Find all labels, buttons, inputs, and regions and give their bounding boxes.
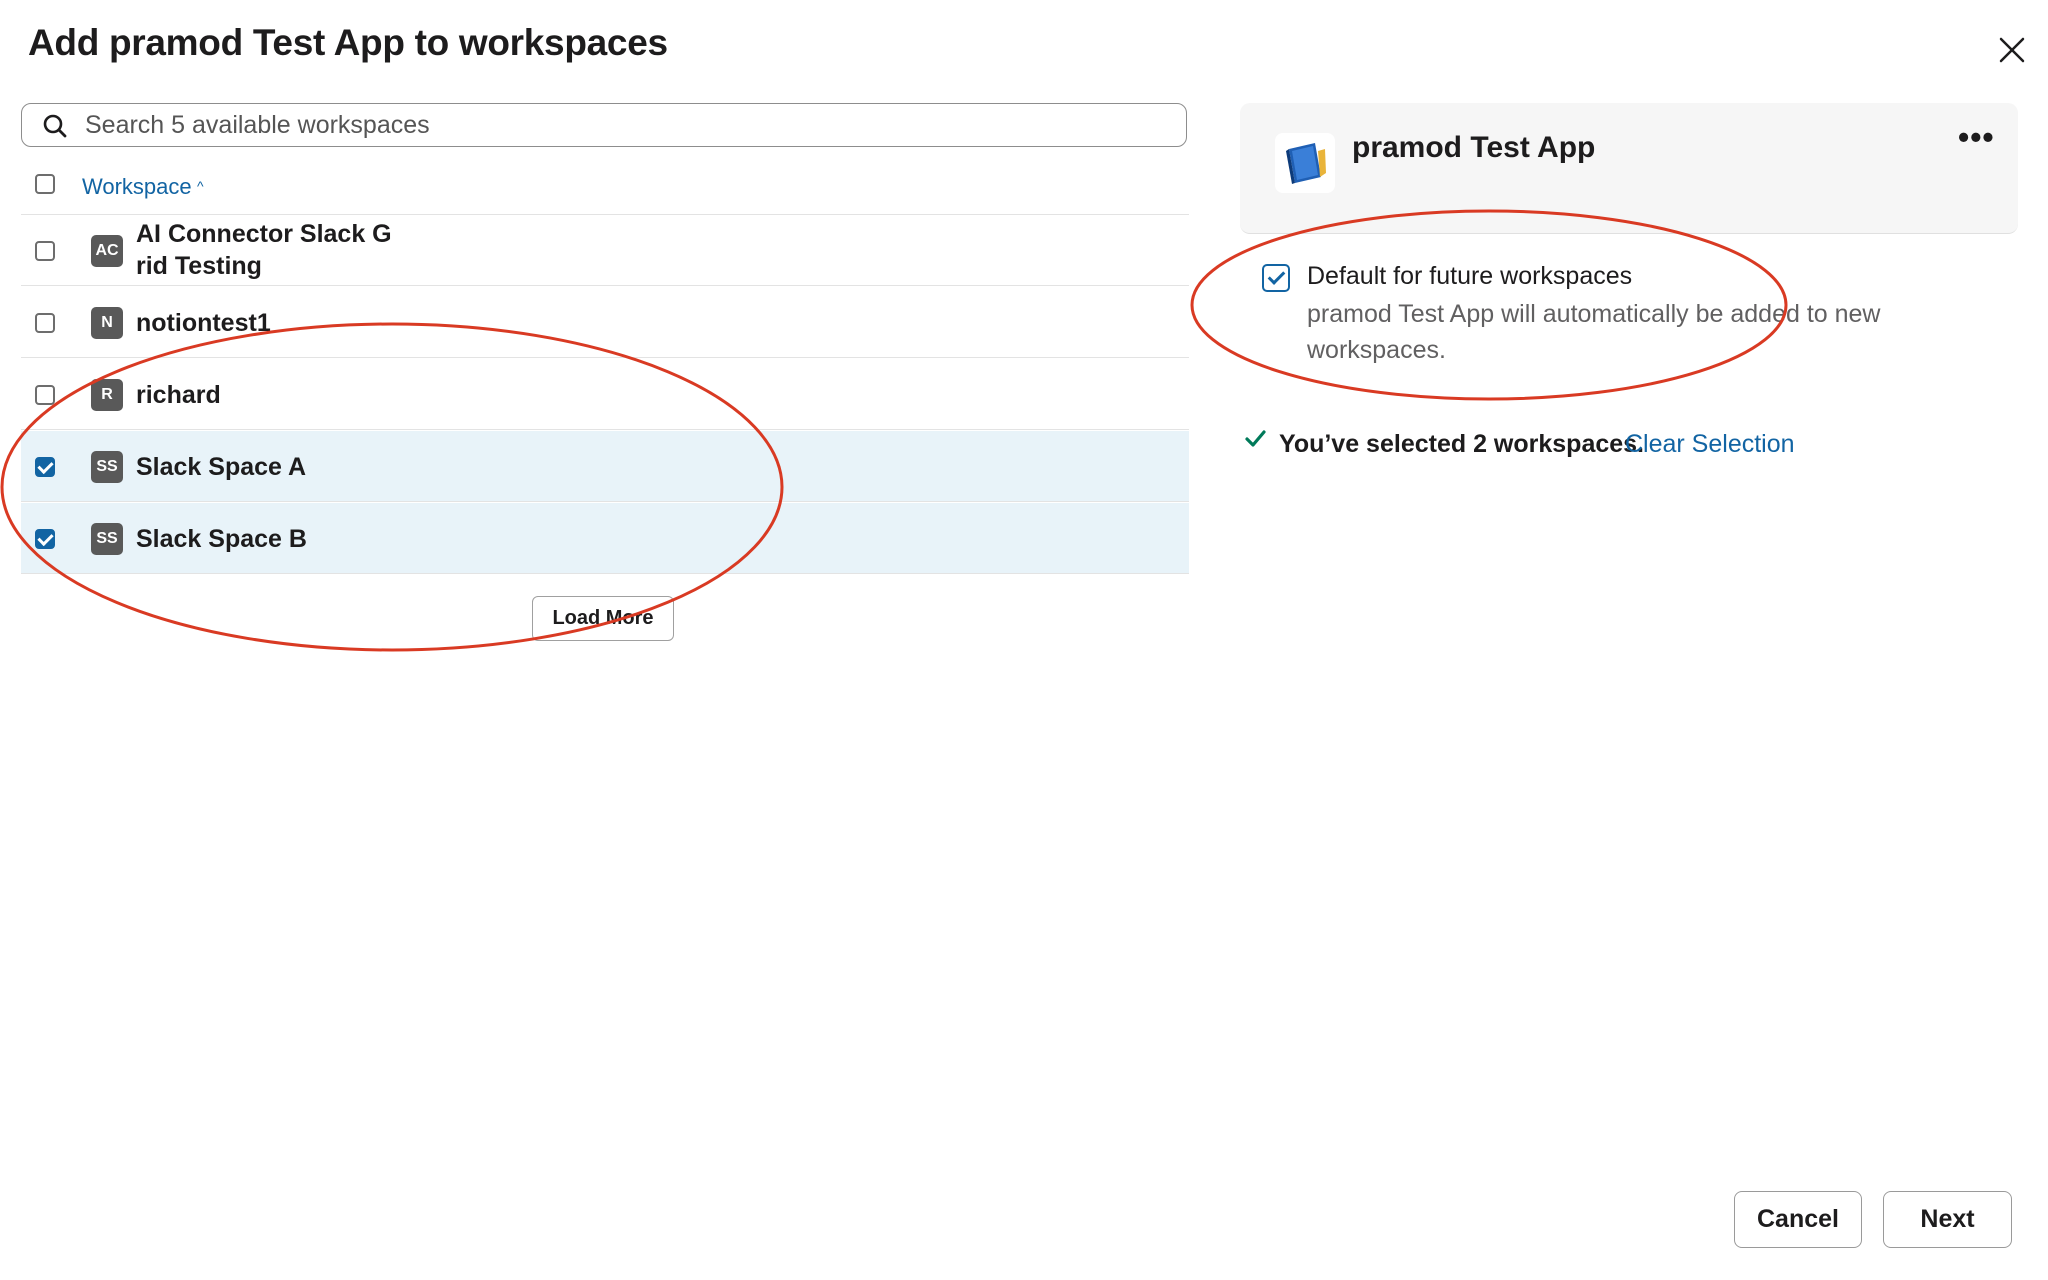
workspace-name: AI Connector Slack G rid Testing xyxy=(136,220,392,280)
workspace-name: Slack Space A xyxy=(136,453,307,481)
table-row[interactable]: AC AI Connector Slack G rid Testing xyxy=(21,215,1189,286)
search-input[interactable] xyxy=(82,108,1165,142)
workspace-avatar: R xyxy=(91,379,123,411)
app-book-icon xyxy=(1275,133,1335,193)
row-checkbox[interactable] xyxy=(35,385,55,405)
default-option-description: pramod Test App will automatically be ad… xyxy=(1307,300,1881,364)
next-button[interactable]: Next xyxy=(1883,1191,2012,1248)
workspace-name: richard xyxy=(136,381,221,409)
workspace-name: notiontest1 xyxy=(136,309,271,337)
row-checkbox[interactable] xyxy=(35,241,55,261)
workspace-name: Slack Space B xyxy=(136,525,307,553)
search-icon xyxy=(43,114,67,138)
checkmark-icon xyxy=(1245,430,1266,447)
row-checkbox[interactable] xyxy=(35,457,55,477)
default-option-title: Default for future workspaces xyxy=(1307,262,1633,290)
workspace-avatar: SS xyxy=(91,523,123,555)
table-row[interactable]: SS Slack Space A xyxy=(21,431,1189,502)
clear-selection-link[interactable]: Clear Selection xyxy=(1625,430,1795,459)
workspace-avatar: N xyxy=(91,307,123,339)
workspace-avatar: SS xyxy=(91,451,123,483)
table-row[interactable]: N notiontest1 xyxy=(21,287,1189,358)
more-options-icon[interactable]: ••• xyxy=(1958,119,1995,156)
workspace-search[interactable] xyxy=(21,103,1187,147)
row-checkbox[interactable] xyxy=(35,529,55,549)
app-name: pramod Test App xyxy=(1352,131,1596,164)
table-header: Workspace ^ xyxy=(21,164,1189,215)
chevron-up-icon[interactable]: ^ xyxy=(197,178,204,194)
workspace-column-header[interactable]: Workspace xyxy=(82,174,192,200)
cancel-button[interactable]: Cancel xyxy=(1734,1191,1862,1248)
row-checkbox[interactable] xyxy=(35,313,55,333)
app-card: pramod Test App ••• xyxy=(1240,103,2018,234)
dialog-title: Add pramod Test App to workspaces xyxy=(28,22,668,63)
selection-summary: You’ve selected 2 workspaces. xyxy=(1279,430,1645,458)
load-more-button[interactable]: Load More xyxy=(532,596,674,641)
select-all-checkbox[interactable] xyxy=(35,174,55,194)
workspace-avatar: AC xyxy=(91,235,123,267)
table-row[interactable]: SS Slack Space B xyxy=(21,503,1189,574)
close-icon[interactable] xyxy=(1994,32,2030,68)
default-future-workspaces-checkbox[interactable] xyxy=(1262,264,1290,292)
table-row[interactable]: R richard xyxy=(21,359,1189,430)
